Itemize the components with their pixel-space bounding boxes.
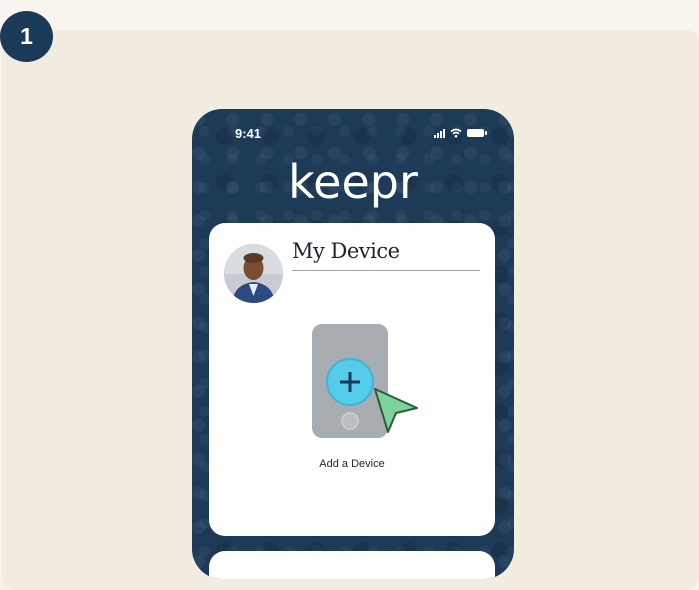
status-time: 9:41 [235, 126, 262, 141]
battery-icon [467, 129, 487, 137]
app-logo: keepr [288, 155, 418, 209]
device-button-dot [341, 412, 359, 430]
plus-icon[interactable] [326, 358, 374, 406]
phone-mockup: 9:41 keepr My Device Add a Device [192, 109, 514, 579]
signal-icon [434, 128, 445, 138]
pointer-cursor-icon [374, 388, 418, 433]
my-device-card: My Device Add a Device [209, 223, 495, 536]
next-card [209, 551, 495, 579]
user-avatar[interactable] [224, 244, 283, 303]
step-number: 1 [20, 23, 33, 49]
status-bar-icons [434, 127, 487, 139]
wifi-icon [450, 128, 462, 138]
step-number-badge: 1 [0, 11, 53, 62]
title-divider [292, 270, 480, 271]
add-device-label[interactable]: Add a Device [209, 458, 495, 470]
card-title: My Device [292, 239, 400, 263]
